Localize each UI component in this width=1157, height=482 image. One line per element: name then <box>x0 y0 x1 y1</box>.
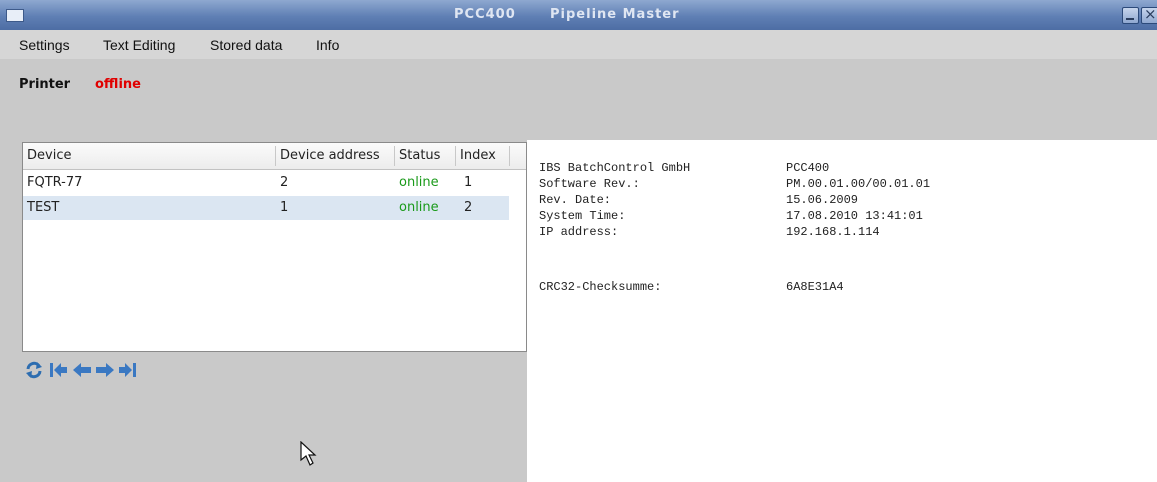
previous-icon[interactable] <box>72 360 92 380</box>
refresh-icon[interactable] <box>24 360 44 380</box>
info-value: 192.168.1.114 <box>786 225 880 239</box>
menu-text-editing[interactable]: Text Editing <box>103 37 175 53</box>
close-button[interactable] <box>1141 5 1157 24</box>
info-value: PM.00.01.00/00.01.01 <box>786 177 931 191</box>
cell-device: FQTR-77 <box>27 175 83 190</box>
info-label: IBS BatchControl GmbH <box>539 161 691 175</box>
cell-status: online <box>399 200 439 215</box>
menu-settings[interactable]: Settings <box>19 37 70 53</box>
column-divider[interactable] <box>394 146 395 166</box>
first-icon[interactable] <box>48 360 68 380</box>
table-row-selected[interactable]: TEST 1 online 2 <box>23 196 509 220</box>
minimize-button[interactable] <box>1122 7 1139 24</box>
table-header: Device Device address Status Index <box>23 143 526 170</box>
menu-info[interactable]: Info <box>316 37 339 53</box>
column-header-device[interactable]: Device <box>27 148 71 163</box>
system-info-panel: IBS BatchControl GmbH PCC400 Software Re… <box>527 140 1157 482</box>
device-table: Device Device address Status Index FQTR-… <box>22 142 527 352</box>
cell-index: 1 <box>464 175 473 190</box>
column-header-device-address[interactable]: Device address <box>280 148 380 163</box>
menu-stored-data[interactable]: Stored data <box>210 37 282 53</box>
table-row[interactable]: FQTR-77 2 online 1 <box>23 171 509 195</box>
column-divider[interactable] <box>455 146 456 166</box>
info-value: 15.06.2009 <box>786 193 859 207</box>
info-label: IP address: <box>539 225 619 239</box>
info-value: PCC400 <box>786 161 830 175</box>
info-value: 6A8E31A4 <box>786 280 844 294</box>
window-menu-icon[interactable] <box>6 9 24 22</box>
last-icon[interactable] <box>118 360 138 380</box>
window-title: Pipeline Master <box>550 7 680 22</box>
menu-bar: Settings Text Editing Stored data Info <box>0 30 1157 59</box>
cell-device: TEST <box>27 200 60 215</box>
info-label: System Time: <box>539 209 626 223</box>
column-divider[interactable] <box>509 146 510 166</box>
column-divider[interactable] <box>275 146 276 166</box>
title-bar: PCC400 Pipeline Master <box>0 0 1157 30</box>
column-header-index[interactable]: Index <box>460 148 496 163</box>
cell-address: 1 <box>280 200 289 215</box>
info-value: 17.08.2010 13:41:01 <box>786 209 923 223</box>
cell-index: 2 <box>464 200 473 215</box>
info-label: Software Rev.: <box>539 177 640 191</box>
info-label: CRC32-Checksumme: <box>539 280 662 294</box>
app-name: PCC400 <box>454 7 516 22</box>
column-header-status[interactable]: Status <box>399 148 440 163</box>
info-label: Rev. Date: <box>539 193 612 207</box>
mouse-cursor-icon <box>300 441 317 466</box>
cell-status: online <box>399 175 439 190</box>
cell-address: 2 <box>280 175 289 190</box>
printer-status: offline <box>95 77 141 92</box>
next-icon[interactable] <box>95 360 115 380</box>
printer-label: Printer <box>19 77 71 92</box>
